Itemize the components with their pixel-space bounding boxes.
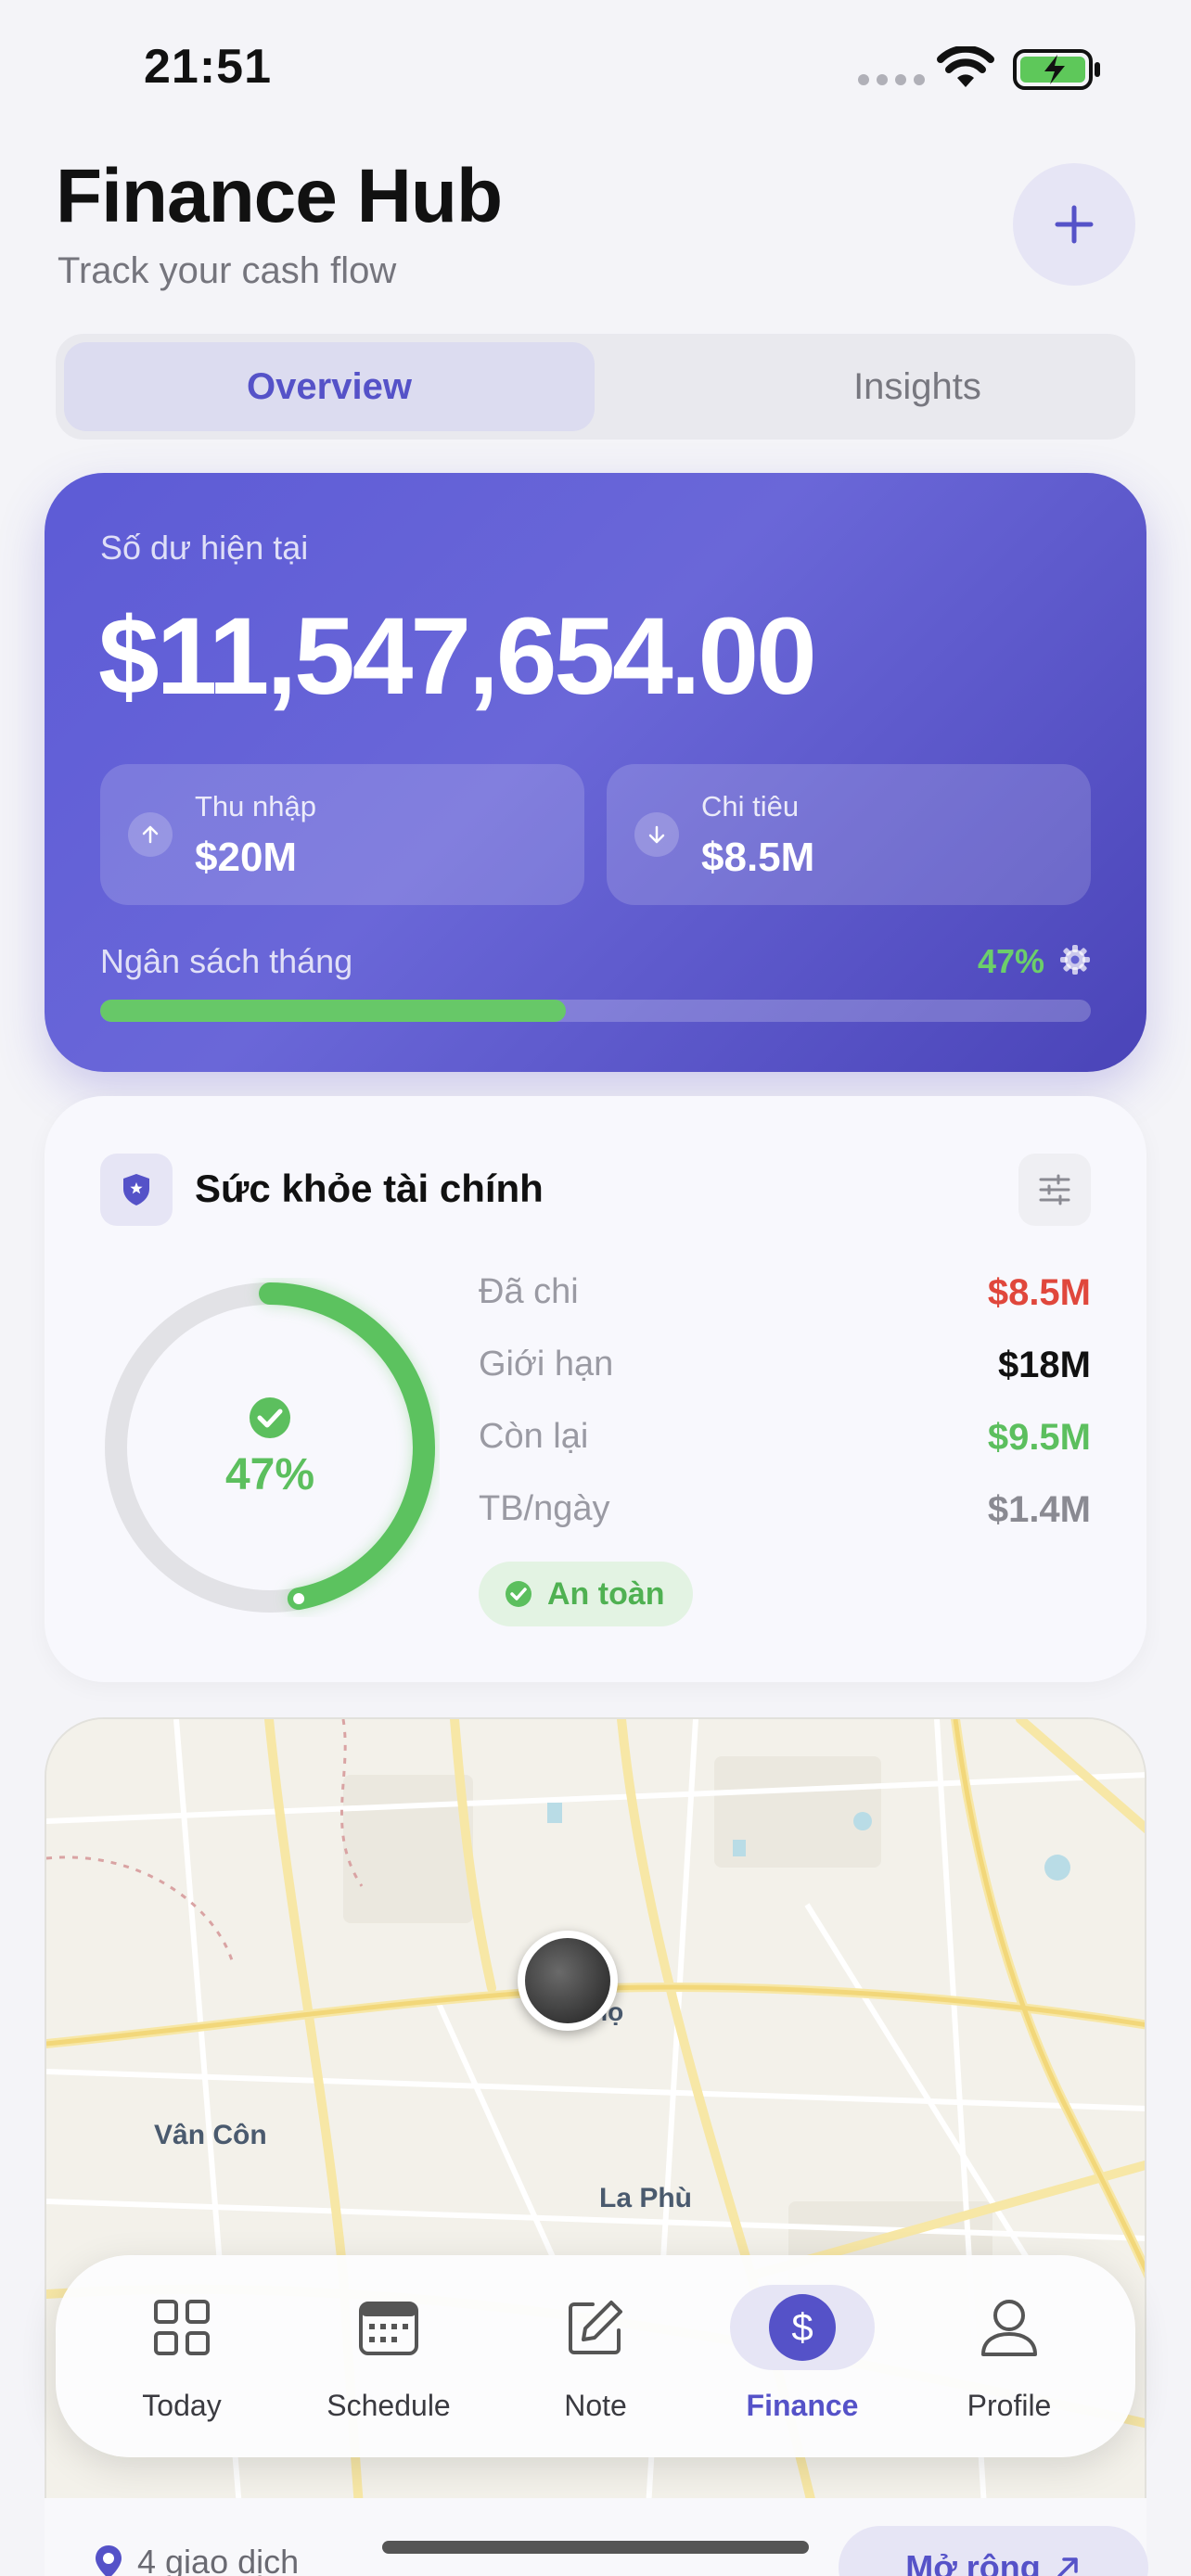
tab-label: Profile [967, 2389, 1052, 2422]
gear-icon[interactable] [1059, 944, 1091, 976]
tab-finance[interactable]: $ Finance [710, 2255, 895, 2457]
calendar-icon [316, 2285, 461, 2370]
tab-label: Today [142, 2389, 222, 2422]
metric-label: Còn lại [479, 1417, 589, 1456]
shield-icon [100, 1154, 173, 1226]
tab-note[interactable]: Note [503, 2255, 688, 2457]
budget-progress-fill [100, 1000, 566, 1022]
wifi-icon [937, 46, 994, 87]
person-icon [937, 2285, 1082, 2370]
home-indicator[interactable] [382, 2541, 809, 2554]
filter-button[interactable] [1018, 1154, 1091, 1226]
metric-value: $8.5M [987, 1272, 1091, 1313]
status-label: An toàn [547, 1575, 665, 1612]
balance-value: $11,547,654.00 [98, 595, 817, 718]
arrow-down-icon [634, 812, 679, 857]
metric-remaining: Còn lại $9.5M [479, 1417, 1091, 1463]
plus-icon [1055, 205, 1094, 244]
tab-label: Note [564, 2389, 627, 2422]
metric-value: $18M [997, 1345, 1091, 1385]
financial-health-card: Sức khỏe tài chính 47% Đã chi $8.5M Giới… [45, 1096, 1146, 1682]
status-bar: 21:51 [0, 0, 1191, 139]
tab-insights[interactable]: Insights [652, 342, 1183, 431]
check-circle-icon [506, 1581, 531, 1607]
expand-button[interactable]: Mở rộng [839, 2526, 1148, 2576]
expand-label: Mở rộng [905, 2548, 1041, 2576]
tab-today[interactable]: Today [89, 2255, 275, 2457]
tab-overview[interactable]: Overview [64, 342, 595, 431]
grid-icon [109, 2285, 254, 2370]
signal-icon [858, 74, 925, 85]
map-place-label: La Phù [599, 2183, 693, 2213]
metric-spent: Đã chi $8.5M [479, 1272, 1091, 1319]
add-button[interactable] [1013, 163, 1135, 286]
page-title: Finance Hub [56, 154, 503, 238]
transaction-count: 4 giao dịch [93, 2543, 299, 2576]
sliders-icon [1039, 1174, 1070, 1205]
metric-daily-average: TB/ngày $1.4M [479, 1489, 1091, 1536]
map-place-label: Vân Côn [154, 2120, 267, 2150]
tab-label: Finance [746, 2389, 859, 2422]
metric-label: Đã chi [479, 1272, 579, 1311]
transaction-count-label: 4 giao dịch [137, 2543, 300, 2576]
tab-profile[interactable]: Profile [916, 2255, 1102, 2457]
ring-percent: 47% [224, 1449, 315, 1499]
edit-icon [523, 2285, 668, 2370]
metric-label: TB/ngày [479, 1489, 610, 1528]
health-ring: 47% [100, 1278, 440, 1617]
tab-label: Schedule [327, 2389, 451, 2422]
map-pin[interactable] [518, 1931, 618, 2031]
map-pin-photo [525, 1938, 610, 2023]
metric-limit: Giới hạn $18M [479, 1345, 1091, 1391]
status-badge: An toàn [479, 1562, 693, 1626]
health-title: Sức khỏe tài chính [195, 1167, 544, 1210]
check-circle-icon [250, 1396, 290, 1438]
metric-label: Giới hạn [479, 1345, 614, 1384]
expense-label: Chi tiêu [701, 790, 800, 823]
income-box[interactable]: Thu nhập $20M [100, 764, 584, 905]
metric-value: $1.4M [987, 1489, 1091, 1530]
status-time: 21:51 [144, 40, 272, 94]
budget-percent: 47% [977, 942, 1044, 980]
arrow-up-right-icon [1057, 2557, 1078, 2576]
map-footer: 4 giao dịch Mở rộng [45, 2498, 1148, 2576]
balance-label: Số dư hiện tại [100, 529, 309, 567]
tab-bar: Today Schedule Note $ Finance Profile [56, 2255, 1135, 2457]
expense-value: $8.5M [701, 835, 815, 880]
income-value: $20M [195, 835, 298, 880]
metric-value: $9.5M [987, 1417, 1091, 1458]
svg-text:$: $ [791, 2305, 813, 2349]
budget-progress-bar [100, 1000, 1091, 1022]
segmented-control: Overview Insights [56, 334, 1135, 440]
location-pin-icon [96, 2545, 122, 2576]
page-subtitle: Track your cash flow [58, 250, 397, 291]
tab-schedule[interactable]: Schedule [296, 2255, 481, 2457]
dollar-icon: $ [730, 2285, 875, 2370]
budget-label: Ngân sách tháng [100, 942, 353, 980]
expense-box[interactable]: Chi tiêu $8.5M [607, 764, 1091, 905]
income-label: Thu nhập [195, 790, 316, 823]
balance-card: Số dư hiện tại $11,547,654.00 Thu nhập $… [45, 473, 1146, 1072]
battery-charging-icon [1013, 49, 1100, 90]
arrow-up-icon [128, 812, 173, 857]
